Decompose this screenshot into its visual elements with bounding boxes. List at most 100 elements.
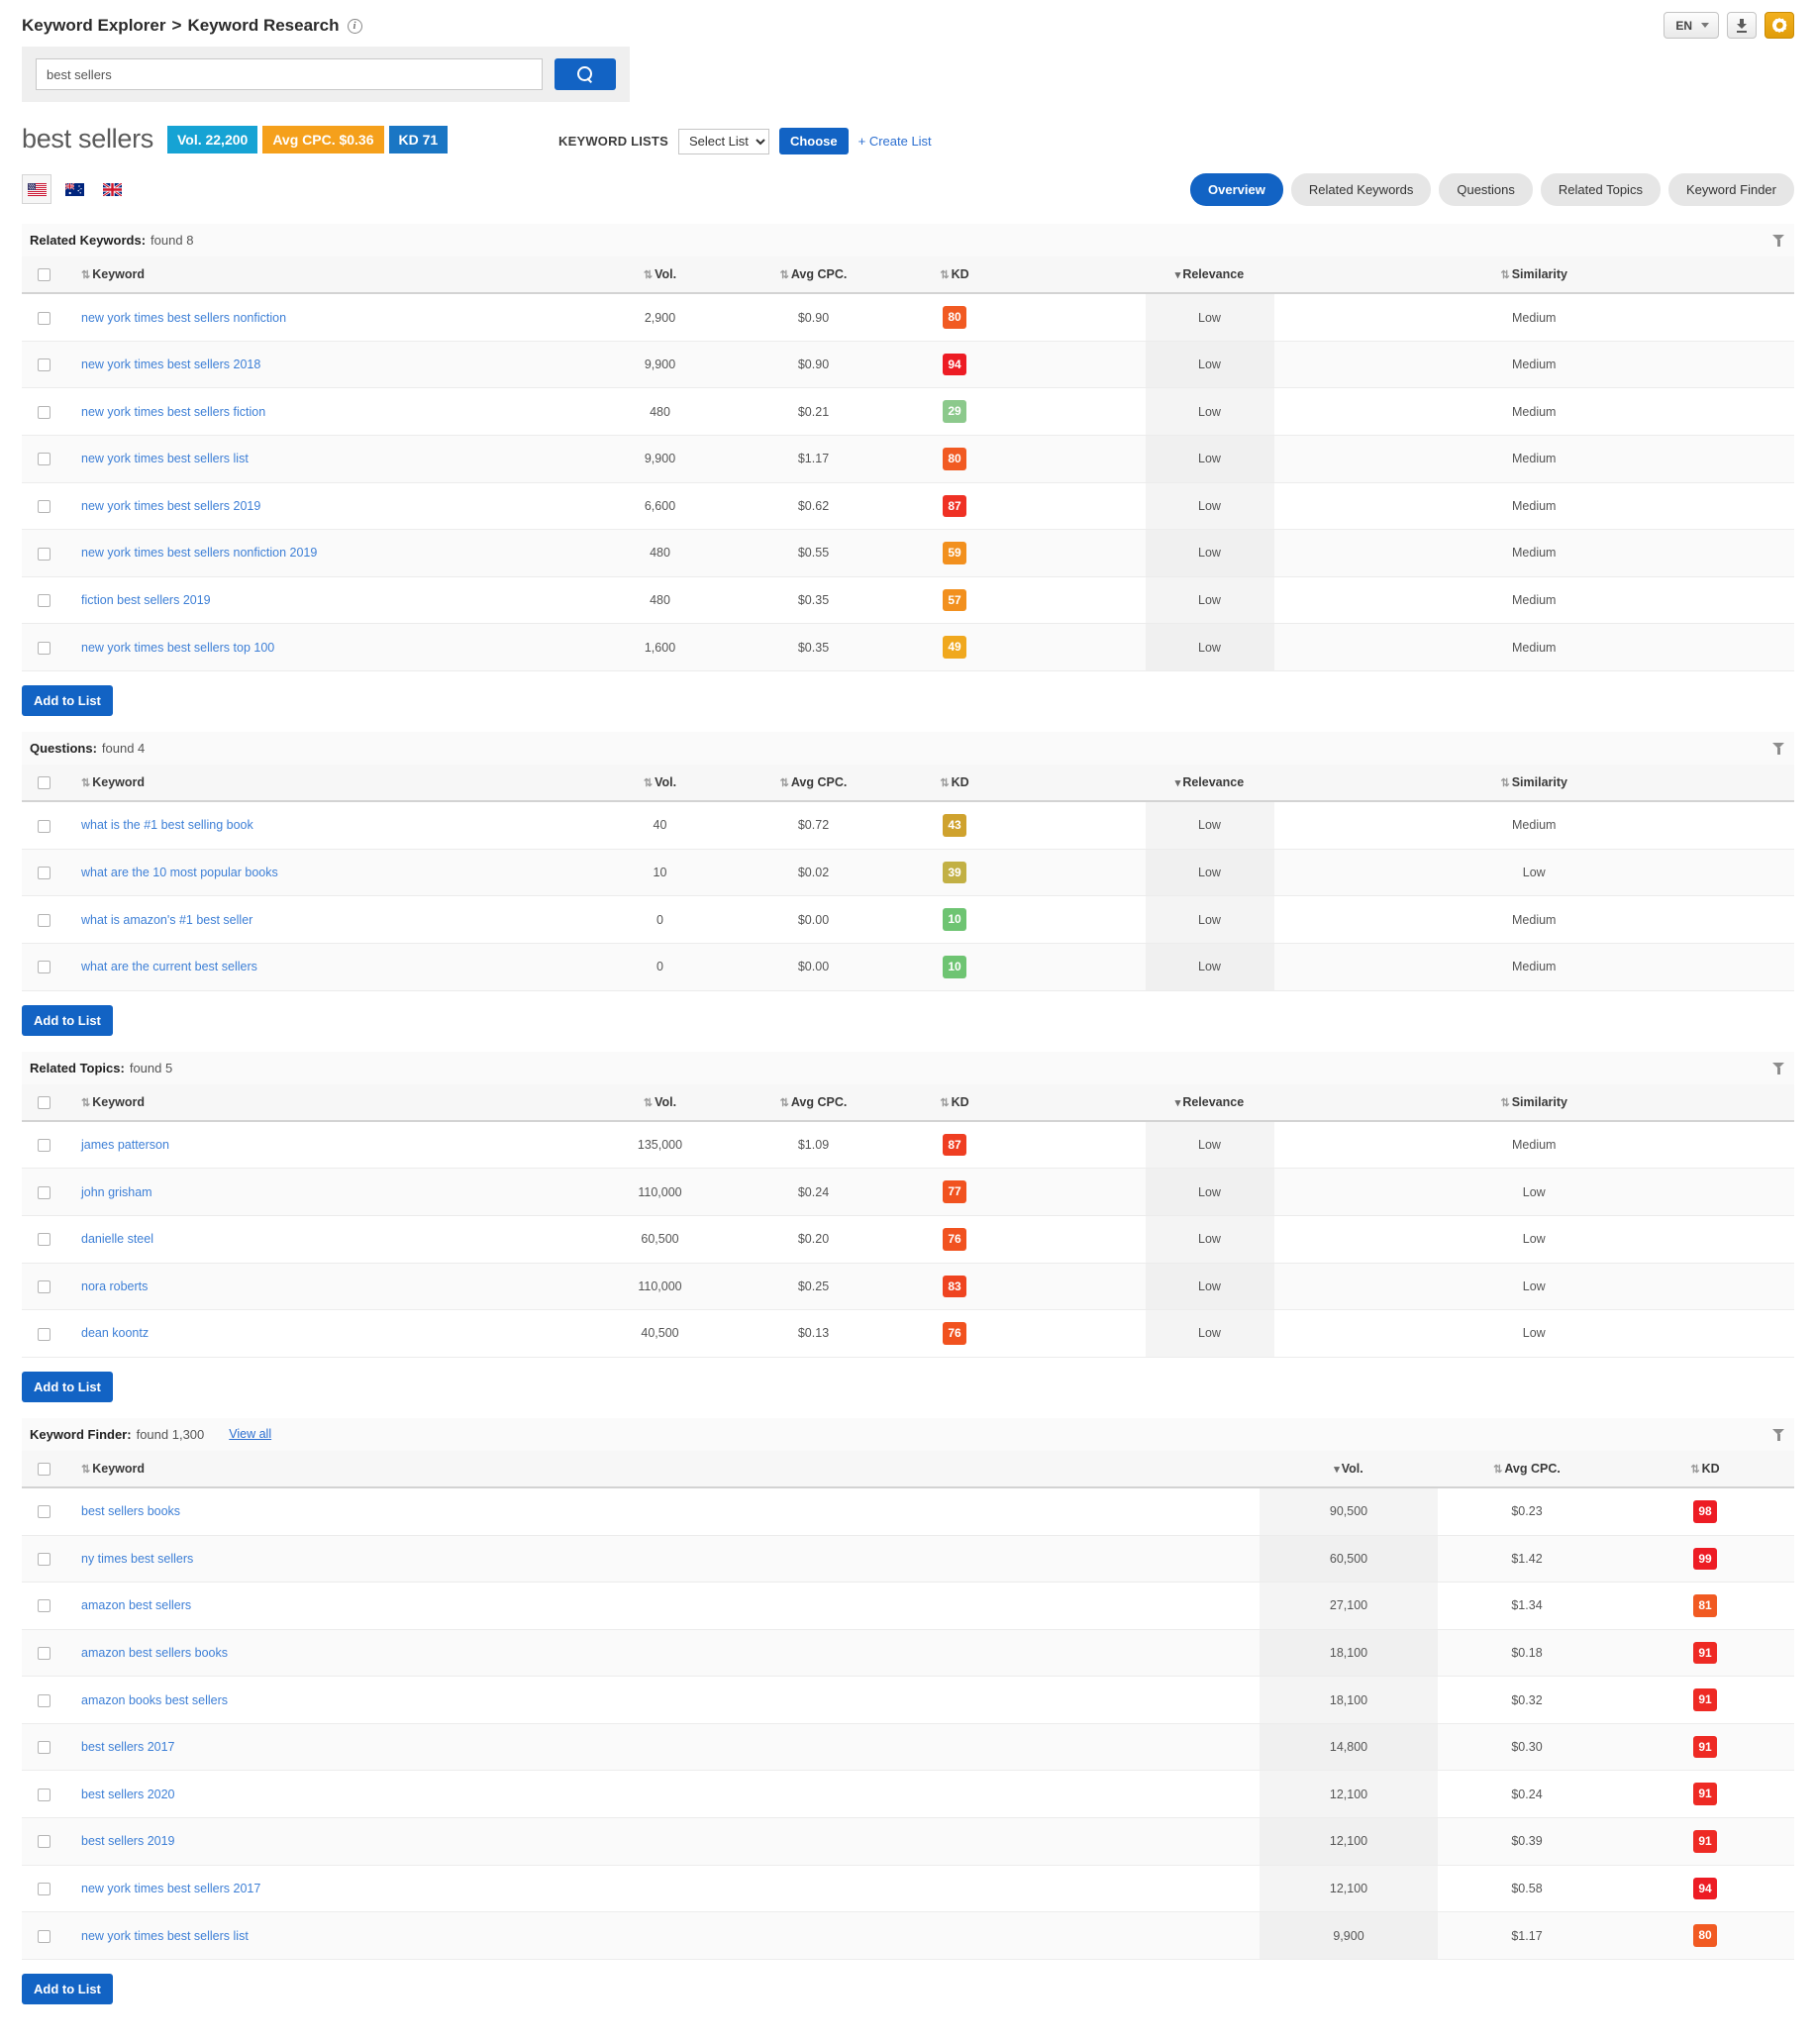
column-header-keyword[interactable]: ⇅Keyword — [65, 765, 586, 801]
add-to-list-button[interactable]: Add to List — [22, 685, 113, 716]
table-row[interactable]: new york times best sellers nonfiction 2… — [22, 530, 1794, 577]
row-select-cell[interactable] — [22, 1912, 65, 1960]
row-checkbox[interactable] — [38, 1553, 50, 1566]
keyword-link[interactable]: what are the current best sellers — [81, 960, 257, 973]
row-select-cell[interactable] — [22, 1215, 65, 1263]
row-select-cell[interactable] — [22, 1263, 65, 1310]
column-header-avgcpc[interactable]: ⇅Avg CPC. — [735, 765, 893, 801]
table-row[interactable]: best sellers 201714,800$0.3091 — [22, 1723, 1794, 1771]
flag-au-button[interactable] — [59, 174, 89, 204]
table-row[interactable]: new york times best sellers 201712,100$0… — [22, 1865, 1794, 1912]
row-select-cell[interactable] — [22, 1677, 65, 1724]
keyword-link[interactable]: what is the #1 best selling book — [81, 818, 253, 832]
select-all-header[interactable] — [22, 1451, 65, 1487]
row-select-cell[interactable] — [22, 1310, 65, 1358]
select-all-checkbox[interactable] — [38, 1096, 50, 1109]
row-select-cell[interactable] — [22, 1535, 65, 1583]
row-select-cell[interactable] — [22, 576, 65, 624]
keyword-link[interactable]: ny times best sellers — [81, 1552, 193, 1566]
table-row[interactable]: danielle steel60,500$0.2076LowLow — [22, 1215, 1794, 1263]
keyword-link[interactable]: new york times best sellers 2017 — [81, 1882, 260, 1895]
select-all-header[interactable] — [22, 256, 65, 293]
column-header-avgcpc[interactable]: ⇅Avg CPC. — [735, 256, 893, 293]
row-checkbox[interactable] — [38, 914, 50, 927]
row-checkbox[interactable] — [38, 820, 50, 833]
row-checkbox[interactable] — [38, 1883, 50, 1895]
create-list-link[interactable]: + Create List — [858, 134, 932, 149]
add-to-list-button[interactable]: Add to List — [22, 1974, 113, 2004]
row-select-cell[interactable] — [22, 943, 65, 990]
table-row[interactable]: john grisham110,000$0.2477LowLow — [22, 1169, 1794, 1216]
keyword-link[interactable]: new york times best sellers 2018 — [81, 358, 260, 371]
keyword-link[interactable]: best sellers 2019 — [81, 1834, 175, 1848]
keyword-list-select[interactable]: Select List — [678, 129, 769, 154]
table-row[interactable]: new york times best sellers top 1001,600… — [22, 624, 1794, 671]
table-row[interactable]: best sellers books90,500$0.2398 — [22, 1487, 1794, 1535]
table-row[interactable]: fiction best sellers 2019480$0.3557LowMe… — [22, 576, 1794, 624]
column-header-relevance[interactable]: ▾Relevance — [1146, 256, 1274, 293]
column-header-kd[interactable]: ⇅KD — [893, 765, 1017, 801]
column-header-similarity[interactable]: ⇅Similarity — [1274, 256, 1795, 293]
keyword-link[interactable]: what is amazon's #1 best seller — [81, 913, 252, 927]
table-row[interactable]: what is the #1 best selling book40$0.724… — [22, 801, 1794, 849]
download-button[interactable] — [1727, 12, 1757, 39]
row-select-cell[interactable] — [22, 341, 65, 388]
row-select-cell[interactable] — [22, 896, 65, 944]
column-header-relevance[interactable]: ▾Relevance — [1146, 765, 1274, 801]
column-header-avgcpc[interactable]: ⇅Avg CPC. — [735, 1084, 893, 1121]
flag-us-button[interactable] — [22, 174, 51, 204]
row-select-cell[interactable] — [22, 801, 65, 849]
table-row[interactable]: best sellers 201912,100$0.3991 — [22, 1818, 1794, 1866]
filter-button[interactable] — [1766, 738, 1788, 758]
table-row[interactable]: ny times best sellers60,500$1.4299 — [22, 1535, 1794, 1583]
table-row[interactable]: james patterson135,000$1.0987LowMedium — [22, 1121, 1794, 1169]
column-header-kd[interactable]: ⇅KD — [893, 1084, 1017, 1121]
tab-keyword-finder[interactable]: Keyword Finder — [1668, 173, 1794, 206]
search-input[interactable] — [36, 58, 543, 90]
row-select-cell[interactable] — [22, 1723, 65, 1771]
row-select-cell[interactable] — [22, 1865, 65, 1912]
row-checkbox[interactable] — [38, 1505, 50, 1518]
keyword-link[interactable]: james patterson — [81, 1138, 169, 1152]
row-select-cell[interactable] — [22, 1818, 65, 1866]
column-header-similarity[interactable]: ⇅Similarity — [1274, 1084, 1795, 1121]
table-row[interactable]: dean koontz40,500$0.1376LowLow — [22, 1310, 1794, 1358]
keyword-link[interactable]: danielle steel — [81, 1232, 153, 1246]
row-select-cell[interactable] — [22, 1771, 65, 1818]
keyword-link[interactable]: best sellers 2017 — [81, 1740, 175, 1754]
add-to-list-button[interactable]: Add to List — [22, 1005, 113, 1036]
select-all-checkbox[interactable] — [38, 776, 50, 789]
column-header-keyword[interactable]: ⇅Keyword — [65, 256, 586, 293]
row-checkbox[interactable] — [38, 1186, 50, 1199]
keyword-link[interactable]: new york times best sellers 2019 — [81, 499, 260, 513]
row-checkbox[interactable] — [38, 1328, 50, 1341]
table-row[interactable]: nora roberts110,000$0.2583LowLow — [22, 1263, 1794, 1310]
table-row[interactable]: new york times best sellers 20196,600$0.… — [22, 482, 1794, 530]
row-select-cell[interactable] — [22, 435, 65, 482]
row-select-cell[interactable] — [22, 849, 65, 896]
filter-button[interactable] — [1766, 231, 1788, 251]
keyword-link[interactable]: new york times best sellers list — [81, 452, 249, 465]
table-row[interactable]: new york times best sellers fiction480$0… — [22, 388, 1794, 436]
keyword-link[interactable]: best sellers books — [81, 1504, 180, 1518]
select-all-checkbox[interactable] — [38, 1463, 50, 1476]
keyword-link[interactable]: amazon best sellers — [81, 1598, 191, 1612]
table-row[interactable]: what are the 10 most popular books10$0.0… — [22, 849, 1794, 896]
row-checkbox[interactable] — [38, 548, 50, 561]
tab-questions[interactable]: Questions — [1439, 173, 1533, 206]
row-checkbox[interactable] — [38, 1599, 50, 1612]
column-header-kd[interactable]: ⇅KD — [1616, 1451, 1794, 1487]
row-checkbox[interactable] — [38, 1930, 50, 1943]
column-header-similarity[interactable]: ⇅Similarity — [1274, 765, 1795, 801]
filter-button[interactable] — [1766, 1424, 1788, 1444]
keyword-link[interactable]: amazon books best sellers — [81, 1693, 228, 1707]
keyword-link[interactable]: best sellers 2020 — [81, 1788, 175, 1801]
keyword-link[interactable]: amazon best sellers books — [81, 1646, 228, 1660]
row-checkbox[interactable] — [38, 500, 50, 513]
keyword-link[interactable]: john grisham — [81, 1185, 152, 1199]
row-checkbox[interactable] — [38, 358, 50, 371]
column-header-kd[interactable]: ⇅KD — [893, 256, 1017, 293]
breadcrumb-root[interactable]: Keyword Explorer — [22, 16, 166, 36]
row-checkbox[interactable] — [38, 1694, 50, 1707]
row-checkbox[interactable] — [38, 1647, 50, 1660]
